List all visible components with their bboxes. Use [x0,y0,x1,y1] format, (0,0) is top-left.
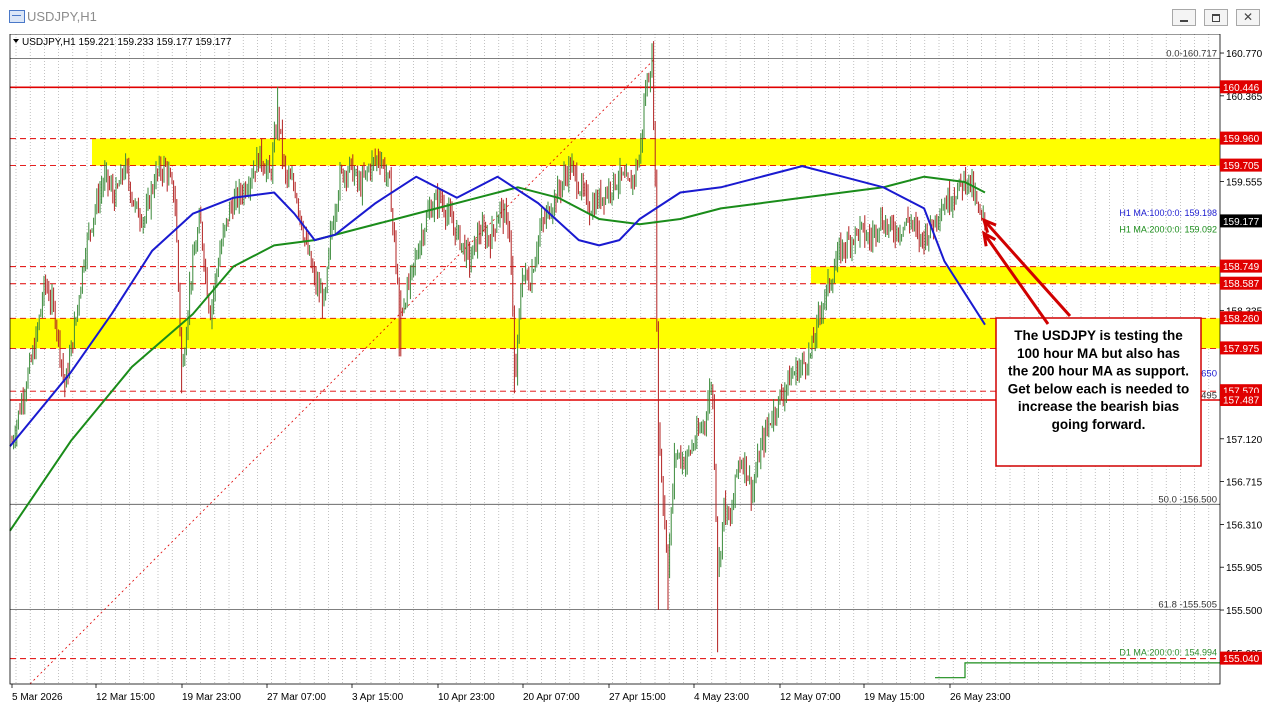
info-layer: USDJPY,H1 159.221 159.233 159.177 159.17… [13,37,232,48]
level-price-label: 155.040 [1223,654,1260,665]
fib-level-label: 50.0 -156.500 [1158,494,1217,505]
level-price-label: 160.446 [1223,83,1260,94]
fib-level-label: 0.0-160.717 [1166,49,1217,60]
level-price-label: 158.749 [1223,262,1260,273]
x-tick-label: 10 Apr 23:00 [438,692,495,703]
d1-ma-partial-label: 650 [1201,369,1217,380]
current-price-label: 159.177 [1223,217,1260,228]
x-tick-label: 12 May 07:00 [780,692,841,703]
x-tick-label: 12 Mar 15:00 [96,692,155,703]
fib-level-label: 61.8 -155.505 [1158,600,1217,611]
y-tick-label: 157.120 [1226,435,1263,446]
level-price-label: 157.975 [1223,344,1260,355]
ma100-label: H1 MA:100:0:0: 159.198 [1119,208,1217,218]
ma200-label: H1 MA:200:0:0: 159.092 [1119,224,1217,234]
level-price-label: 158.587 [1223,279,1260,290]
x-tick-label: 19 May 15:00 [864,692,925,703]
level-price-label: 159.705 [1223,161,1260,172]
window-titlebar: USDJPY,H1 ✕ [0,0,1275,35]
x-tick-label: 3 Apr 15:00 [352,692,404,703]
y-tick-label: 155.905 [1226,563,1263,574]
x-tick-label: 4 May 23:00 [694,692,749,703]
price-chart[interactable]: 160.770160.365159.555158.335157.120156.7… [0,34,1275,716]
support-resistance-zone [811,266,1220,284]
y-tick-label: 156.310 [1226,520,1263,531]
x-tick-label: 27 Apr 15:00 [609,692,666,703]
d1-ma-label: D1 MA:200:0:0: 154.994 [1119,648,1217,658]
x-tick-label: 20 Apr 07:00 [523,692,580,703]
symbol-info: USDJPY,H1 159.221 159.233 159.177 159.17… [22,37,232,48]
y-tick-label: 160.770 [1226,49,1263,60]
x-tick-label: 19 Mar 23:00 [182,692,241,703]
y-tick-label: 156.715 [1226,478,1263,489]
level-price-label: 159.960 [1223,134,1260,145]
chart-window-icon [9,10,25,23]
close-button[interactable]: ✕ [1236,9,1260,26]
x-tick-label: 5 Mar 2026 [12,692,63,703]
partial-level-label: 495 [1201,391,1217,402]
window-title: USDJPY,H1 [27,9,97,24]
y-tick-label: 155.500 [1226,606,1263,617]
maximize-button[interactable] [1204,9,1228,26]
close-icon: ✕ [1242,10,1254,24]
level-price-label: 157.487 [1223,396,1260,407]
minimize-button[interactable] [1172,9,1196,26]
x-tick-label: 26 May 23:00 [950,692,1011,703]
x-tick-label: 27 Mar 07:00 [267,692,326,703]
level-price-label: 158.260 [1223,314,1260,325]
y-tick-label: 159.555 [1226,177,1263,188]
